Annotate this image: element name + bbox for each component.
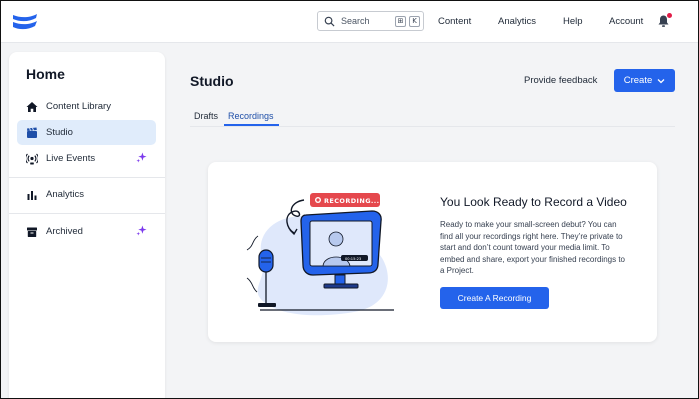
- tabs-divider: [190, 126, 675, 127]
- sidebar-divider: [9, 213, 165, 214]
- create-button-label: Create: [623, 75, 653, 86]
- sidebar-item-content-library[interactable]: Content Library: [17, 94, 156, 119]
- provide-feedback-link[interactable]: Provide feedback: [524, 75, 597, 86]
- sidebar-divider: [9, 177, 165, 178]
- nav-link-content[interactable]: Content: [438, 16, 471, 27]
- page-title: Studio: [190, 73, 234, 89]
- sidebar-item-label: Studio: [46, 127, 73, 138]
- archive-icon: [25, 225, 38, 238]
- sidebar-item-label: Archived: [46, 226, 83, 237]
- sidebar-item-studio[interactable]: Studio: [17, 120, 156, 145]
- recording-badge-text: RECORDING...: [324, 197, 380, 205]
- sparkle-icon: [136, 225, 147, 236]
- notification-dot: [667, 13, 672, 18]
- wistia-logo-icon[interactable]: [12, 13, 38, 31]
- nav-link-account[interactable]: Account: [609, 16, 643, 27]
- sidebar-item-live-events[interactable]: Live Events: [17, 146, 156, 171]
- tab-recordings[interactable]: Recordings: [228, 111, 274, 121]
- sidebar-item-label: Live Events: [46, 153, 96, 164]
- top-navigation: Search ⊞ K Content Analytics Help Accoun…: [0, 0, 699, 43]
- empty-state-title: You Look Ready to Record a Video: [440, 195, 627, 209]
- clapperboard-icon: [25, 126, 38, 139]
- tab-drafts[interactable]: Drafts: [194, 111, 218, 121]
- recording-illustration: RECORDING... 00:15:23: [246, 193, 394, 316]
- sidebar-title: Home: [26, 66, 65, 82]
- create-recording-button[interactable]: Create A Recording: [440, 287, 549, 309]
- shortcut-mod-key: ⊞: [395, 15, 406, 27]
- bar-chart-icon: [25, 188, 38, 201]
- broadcast-icon: [25, 152, 38, 165]
- empty-state-description: Ready to make your small-screen debut? Y…: [440, 220, 625, 275]
- camera-timer-text: 00:15:23: [345, 257, 361, 261]
- search-icon: [324, 16, 335, 27]
- shortcut-k-key: K: [409, 15, 420, 27]
- search-placeholder: Search: [341, 16, 370, 26]
- sparkle-icon: [136, 152, 147, 163]
- sidebar-item-label: Content Library: [46, 101, 111, 112]
- empty-state-card: RECORDING... 00:15:23 You Look Ready to …: [208, 162, 657, 342]
- chevron-down-icon: [657, 78, 665, 83]
- create-button[interactable]: Create: [614, 69, 675, 92]
- sidebar: Home Content Library Studio Live Events: [9, 52, 165, 399]
- nav-link-help[interactable]: Help: [563, 16, 583, 27]
- search-input[interactable]: Search ⊞ K: [317, 11, 424, 31]
- nav-link-analytics[interactable]: Analytics: [498, 16, 536, 27]
- sidebar-item-archived[interactable]: Archived: [17, 219, 156, 244]
- sidebar-item-analytics[interactable]: Analytics: [17, 182, 156, 207]
- home-icon: [25, 100, 38, 113]
- sidebar-item-label: Analytics: [46, 189, 85, 200]
